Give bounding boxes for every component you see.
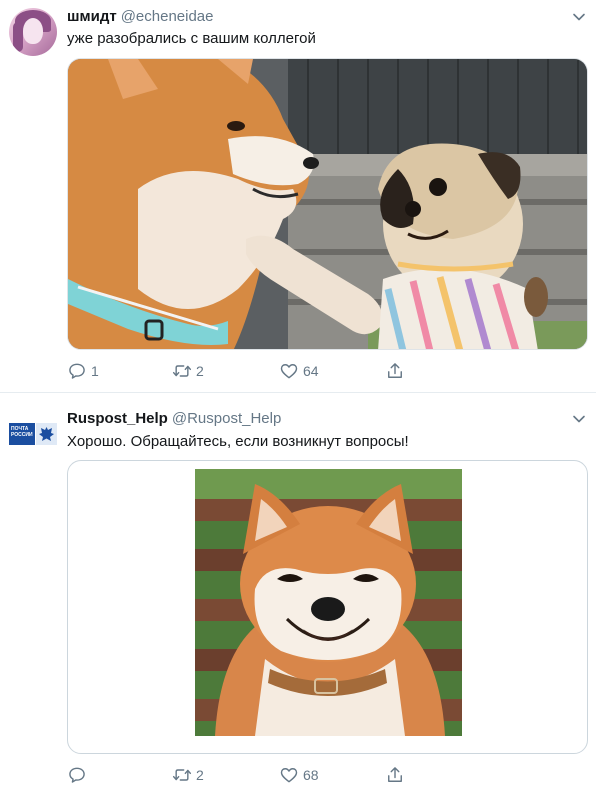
retweet-count: 2 xyxy=(196,363,204,379)
chevron-down-icon[interactable] xyxy=(571,9,587,25)
author-handle[interactable]: @Ruspost_Help xyxy=(172,410,281,427)
tweet[interactable]: шмидт @echeneidae уже разобрались с вашим… xyxy=(0,0,596,392)
like-button[interactable]: 64 xyxy=(279,360,319,382)
tweet-header: Ruspost_Help @Ruspost_Help xyxy=(67,410,281,427)
retweet-icon xyxy=(172,365,192,377)
reply-icon xyxy=(69,767,85,783)
author-name[interactable]: Ruspost_Help xyxy=(67,410,168,427)
retweet-button[interactable]: 2 xyxy=(172,360,204,382)
media-card[interactable] xyxy=(67,460,588,754)
retweet-count: 2 xyxy=(196,767,204,783)
share-button[interactable] xyxy=(385,360,405,382)
russian-post-emblem xyxy=(36,423,57,445)
avatar[interactable]: ПОЧТА РОССИИ xyxy=(9,423,57,445)
like-count: 64 xyxy=(303,363,319,379)
reply-icon xyxy=(69,363,85,379)
share-icon xyxy=(388,767,402,782)
smiling-shiba-inu-photo xyxy=(195,469,462,736)
tweet-actions: 2 68 xyxy=(67,764,588,786)
tweet-header: шмидт @echeneidae xyxy=(67,8,214,25)
tweet-actions: 1 2 64 xyxy=(67,360,588,382)
like-count: 68 xyxy=(303,767,319,783)
author-name[interactable]: шмидт xyxy=(67,8,117,25)
author-handle[interactable]: @echeneidae xyxy=(121,8,214,25)
avatar-hair xyxy=(13,22,23,52)
retweet-icon xyxy=(172,769,192,781)
avatar[interactable] xyxy=(9,8,57,56)
russian-post-logo-text: ПОЧТА РОССИИ xyxy=(9,423,35,445)
avatar-face xyxy=(23,18,43,44)
chevron-down-icon[interactable] xyxy=(571,411,587,427)
tweet-photo[interactable] xyxy=(195,469,462,736)
reply-count: 1 xyxy=(91,363,99,379)
reply-button[interactable] xyxy=(67,764,91,786)
like-icon xyxy=(280,768,298,783)
eagle-icon xyxy=(39,427,54,441)
shiba-inu-and-pug-photo xyxy=(68,59,587,349)
tweet-text: уже разобрались с вашим коллегой xyxy=(67,30,316,47)
retweet-button[interactable]: 2 xyxy=(172,764,204,786)
reply-button[interactable]: 1 xyxy=(67,360,99,382)
share-button[interactable] xyxy=(385,764,405,786)
tweet-photo[interactable] xyxy=(67,58,588,350)
like-button[interactable]: 68 xyxy=(279,764,319,786)
like-icon xyxy=(280,364,298,379)
tweet-text: Хорошо. Обращайтесь, если возникнут вопр… xyxy=(67,433,409,450)
share-icon xyxy=(388,363,402,378)
